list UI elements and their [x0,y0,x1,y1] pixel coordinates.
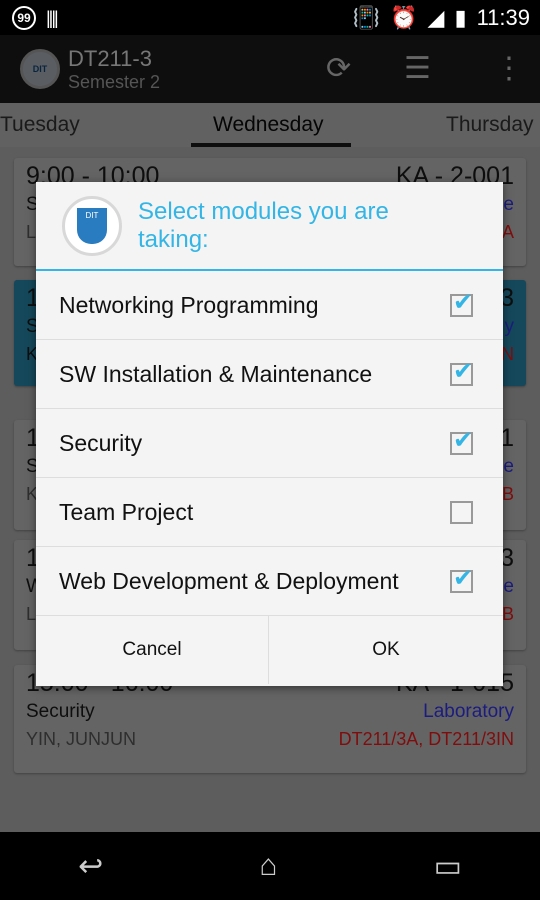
module-item[interactable]: SW Installation & Maintenance [36,340,503,409]
app-logo[interactable]: DIT [20,49,60,89]
class-lecturer: YIN, JUNJUN [26,729,137,749]
module-checkbox[interactable] [450,288,473,317]
tab-thursday[interactable]: Thursday [446,113,534,137]
class-type: e [503,456,514,477]
day-tabs: Tuesday Wednesday Thursday [0,103,540,147]
signal-icon: ◢ [427,5,445,30]
module-label: Team Project [59,498,194,525]
action-bar: DIT DT211-3 Semester 2 ⟳ ☰ ⋮ [0,35,540,103]
back-icon[interactable]: ↩ [78,849,103,884]
module-item[interactable]: Networking Programming [36,271,503,340]
class-type: Laboratory [423,701,514,722]
app-title: DT211-3 [68,45,152,71]
module-label: Security [59,429,143,456]
module-checkbox[interactable] [450,357,473,386]
class-type: y [504,316,515,337]
dit-logo-text: DIT [77,207,107,244]
notification-badge: 99 [12,6,36,30]
module-item[interactable]: Web Development & Deployment [36,547,503,616]
status-bar: 99 |||| 📳 ⏰ ◢ ▮ 11:39 [0,0,540,35]
home-icon[interactable]: ⌂ [259,849,277,883]
class-groups: B [501,604,514,624]
battery-icon: ▮ [454,5,467,30]
class-module: Security [26,701,95,722]
class-lecturer: L [26,222,37,242]
tab-tuesday[interactable]: Tuesday [0,113,80,137]
module-checkbox[interactable] [450,500,473,524]
class-type: e [503,576,514,597]
class-groups: A [501,222,514,242]
module-item[interactable]: Security [36,409,503,478]
class-lecturer: L [26,604,37,624]
dit-logo: DIT [62,195,122,256]
module-label: Web Development & Deployment [59,567,399,594]
module-label: SW Installation & Maintenance [59,360,373,387]
cancel-button[interactable]: Cancel [36,616,269,684]
settings-sliders-icon[interactable]: ☰ [404,51,431,86]
barcode-notification-icon: |||| [46,7,59,28]
alarm-icon: ⏰ [390,5,418,30]
tab-wednesday[interactable]: Wednesday [213,113,324,137]
select-modules-dialog: DIT Select modules you are taking: Netwo… [36,182,503,686]
module-checkbox[interactable] [450,426,473,455]
navigation-bar: ↩ ⌂ ▭ [0,832,540,900]
dialog-title: Select modules you are taking: [138,197,389,253]
refresh-icon[interactable]: ⟳ [326,51,351,86]
class-groups: DT211/3A, DT211/3IN [338,729,514,749]
vibrate-icon: 📳 [352,5,381,30]
ok-button[interactable]: OK [269,616,503,684]
app-subtitle: Semester 2 [68,71,161,92]
clock: 11:39 [476,5,530,30]
recent-apps-icon[interactable]: ▭ [434,849,462,884]
class-type: e [503,194,514,215]
module-item[interactable]: Team Project [36,478,503,547]
module-checkbox[interactable] [450,564,473,593]
class-groups: B [501,484,514,504]
module-label: Networking Programming [59,291,319,318]
overflow-menu-icon[interactable]: ⋮ [494,51,524,86]
